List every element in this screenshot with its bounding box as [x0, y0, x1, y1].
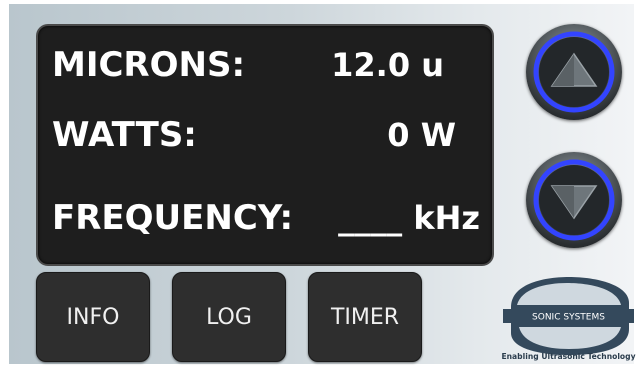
sonic-systems-logo: SONIC SYSTEMS Enabling Ultrasonic Techno… — [501, 275, 636, 361]
increase-button[interactable] — [526, 24, 622, 120]
microns-value: 12.0 u — [331, 46, 444, 84]
frequency-label: FREQUENCY: — [52, 198, 294, 238]
microns-row: MICRONS: 12.0 u — [38, 40, 492, 90]
timer-button[interactable]: TIMER — [308, 272, 422, 362]
frequency-value: ____ kHz — [338, 199, 480, 237]
readout-display: MICRONS: 12.0 u WATTS: 0 W FREQUENCY: __… — [36, 24, 494, 266]
watts-value: 0 W — [387, 116, 456, 154]
logo-mark: SONIC SYSTEMS Enabling Ultrasonic Techno… — [501, 277, 636, 361]
frequency-row: FREQUENCY: ____ kHz — [38, 193, 492, 243]
info-button[interactable]: INFO — [36, 272, 150, 362]
log-button[interactable]: LOG — [172, 272, 286, 362]
triangle-up-icon — [533, 31, 615, 113]
decrease-button[interactable] — [526, 152, 622, 248]
watts-label: WATTS: — [52, 115, 197, 155]
microns-label: MICRONS: — [52, 45, 246, 85]
watts-row: WATTS: 0 W — [38, 110, 492, 160]
logo-tagline-text: Enabling Ultrasonic Technology — [501, 352, 635, 361]
logo-brand-text: SONIC SYSTEMS — [532, 313, 605, 323]
triangle-down-icon — [533, 159, 615, 241]
